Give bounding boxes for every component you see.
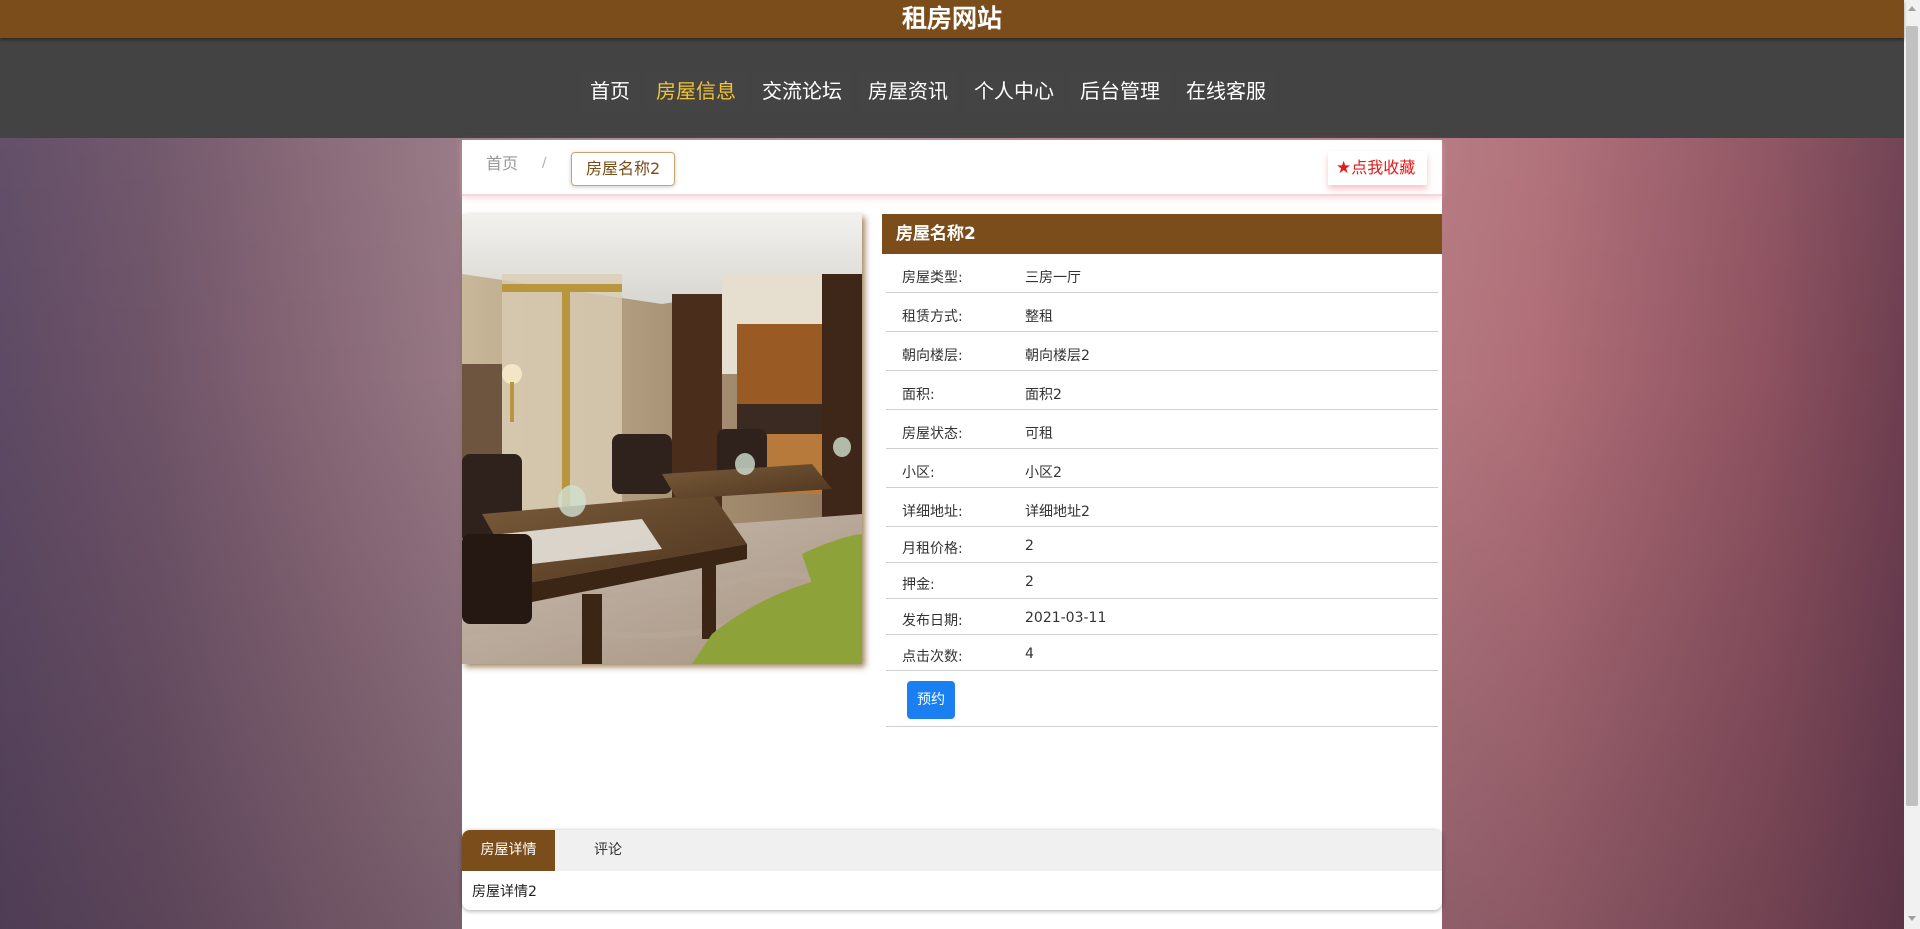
info-label: 小区: <box>902 465 935 481</box>
info-label: 租赁方式: <box>902 309 963 325</box>
book-row: 预约 <box>886 671 1438 727</box>
breadcrumb-separator: / <box>542 156 547 171</box>
scrollbar-thumb[interactable] <box>1906 26 1918 806</box>
nav-item-personal-center[interactable]: 个人中心 <box>964 71 1064 111</box>
scroll-down-arrow-icon[interactable] <box>1908 916 1916 921</box>
detail-container: 首页 / 房屋名称2 ★点我收藏 房屋名称2 房屋类型: 三房一厅 租赁方式: … <box>462 140 1442 929</box>
nav-item-home[interactable]: 首页 <box>580 71 640 111</box>
breadcrumb-home-link[interactable]: 首页 <box>486 152 518 176</box>
house-photo <box>462 214 862 664</box>
info-row-address: 详细地址: 详细地址2 <box>886 488 1438 527</box>
site-title: 租房网站 <box>0 0 1904 38</box>
favorite-label: 点我收藏 <box>1351 158 1416 177</box>
nav-item-admin[interactable]: 后台管理 <box>1070 71 1170 111</box>
info-row-monthly-rent: 月租价格: 2 <box>886 527 1438 563</box>
tab-house-detail[interactable]: 房屋详情 <box>462 830 555 871</box>
info-value: 2 <box>1025 574 1034 590</box>
info-row-click-count: 点击次数: 4 <box>886 635 1438 671</box>
info-row-house-type: 房屋类型: 三房一厅 <box>886 254 1438 293</box>
breadcrumb-current: 房屋名称2 <box>571 152 676 186</box>
info-row-lease-type: 租赁方式: 整租 <box>886 293 1438 332</box>
breadcrumb: 首页 / 房屋名称2 ★点我收藏 <box>462 140 1442 196</box>
info-label: 房屋类型: <box>902 270 963 286</box>
favorite-button[interactable]: ★点我收藏 <box>1328 151 1428 185</box>
tab-comments[interactable]: 评论 <box>555 830 661 871</box>
info-value: 2021-03-11 <box>1025 610 1107 626</box>
info-value: 小区2 <box>1025 465 1062 481</box>
vertical-scrollbar[interactable] <box>1904 0 1920 929</box>
tabs-header: 房屋详情 评论 <box>462 830 1442 871</box>
info-row-status: 房屋状态: 可租 <box>886 410 1438 449</box>
nav-item-news[interactable]: 房屋资讯 <box>858 71 958 111</box>
info-label: 月租价格: <box>902 541 963 557</box>
info-row-orientation-floor: 朝向楼层: 朝向楼层2 <box>886 332 1438 371</box>
scroll-up-arrow-icon[interactable] <box>1908 6 1916 11</box>
detail-tabs: 房屋详情 评论 房屋详情2 <box>462 830 1442 910</box>
info-value: 朝向楼层2 <box>1025 348 1090 364</box>
info-label: 发布日期: <box>902 613 963 629</box>
nav-list: 首页 房屋信息 交流论坛 房屋资讯 个人中心 后台管理 在线客服 <box>580 71 1276 115</box>
info-value: 可租 <box>1025 426 1053 442</box>
info-value: 详细地址2 <box>1025 504 1090 520</box>
info-label: 押金: <box>902 577 935 593</box>
info-value: 2 <box>1025 538 1034 554</box>
info-value: 面积2 <box>1025 387 1062 403</box>
nav-item-forum[interactable]: 交流论坛 <box>752 71 852 111</box>
nav-item-online-service[interactable]: 在线客服 <box>1176 71 1276 111</box>
info-row-community: 小区: 小区2 <box>886 449 1438 488</box>
book-button[interactable]: 预约 <box>907 681 955 719</box>
info-label: 朝向楼层: <box>902 348 963 364</box>
info-value: 整租 <box>1025 309 1053 325</box>
house-name-header: 房屋名称2 <box>882 214 1442 254</box>
info-label: 房屋状态: <box>902 426 963 442</box>
info-label: 面积: <box>902 387 935 403</box>
info-label: 点击次数: <box>902 649 963 665</box>
info-row-publish-date: 发布日期: 2021-03-11 <box>886 599 1438 635</box>
house-info-table: 房屋类型: 三房一厅 租赁方式: 整租 朝向楼层: 朝向楼层2 面积: 面积2 … <box>886 254 1438 727</box>
tab-content: 房屋详情2 <box>472 884 537 900</box>
info-label: 详细地址: <box>902 504 963 520</box>
nav-item-house-info[interactable]: 房屋信息 <box>646 71 746 111</box>
info-value: 三房一厅 <box>1025 270 1081 286</box>
info-row-deposit: 押金: 2 <box>886 563 1438 599</box>
main-nav: 首页 房屋信息 交流论坛 房屋资讯 个人中心 后台管理 在线客服 <box>0 38 1904 138</box>
info-row-area: 面积: 面积2 <box>886 371 1438 410</box>
info-value: 4 <box>1025 646 1034 662</box>
star-icon: ★ <box>1336 158 1352 178</box>
